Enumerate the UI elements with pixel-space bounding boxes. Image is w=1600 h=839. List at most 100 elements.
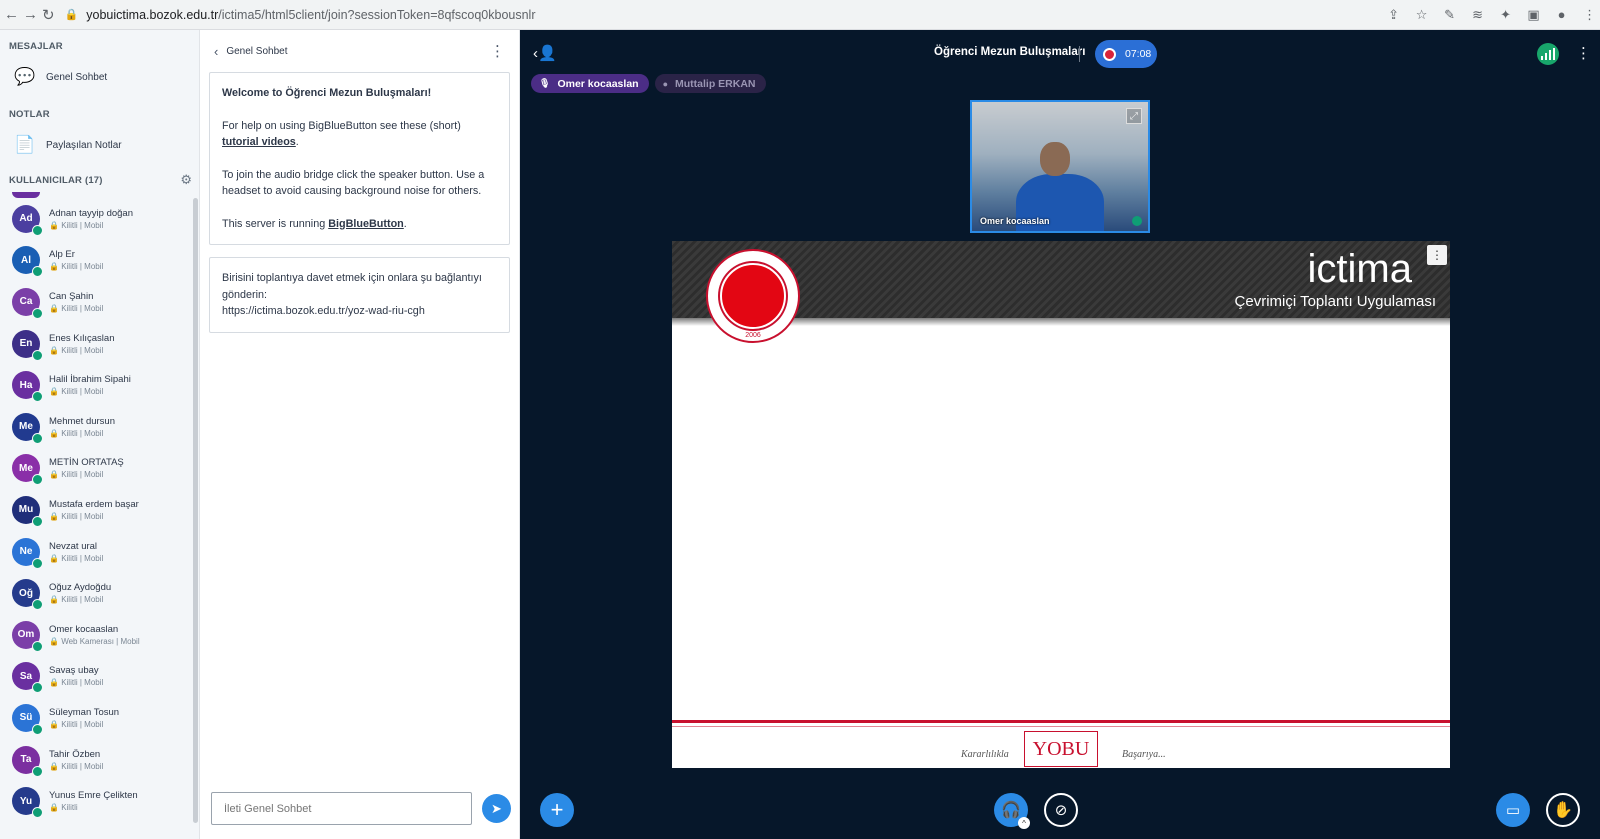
user-list-item[interactable]: Om Omer kocaaslan 🔒 Web Kamerası | Mobil: [0, 614, 192, 656]
user-list-item[interactable]: Mu Mustafa erdem başar 🔒 Kilitli | Mobil: [0, 489, 192, 531]
server-text: This server is running: [222, 217, 326, 230]
users-toggle-icon[interactable]: ‹👤: [533, 44, 557, 62]
slide-options-icon[interactable]: ⋮: [1427, 245, 1447, 265]
chat-bubble-icon: 💬: [14, 67, 36, 86]
user-list-item[interactable]: Ne Nevzat ural 🔒 Kilitli | Mobil: [0, 531, 192, 573]
user-meta: 🔒 Kilitli | Mobil: [49, 345, 104, 355]
tutorial-videos-link[interactable]: tutorial videos: [222, 136, 296, 148]
audio-options-icon[interactable]: ^: [1018, 817, 1030, 829]
avatar: Yu: [12, 787, 43, 819]
send-button[interactable]: ➤: [482, 794, 511, 823]
forward-arrow-icon[interactable]: →: [23, 3, 38, 27]
user-list-item[interactable]: Me Mehmet dursun 🔒 Kilitli | Mobil: [0, 406, 192, 448]
fullscreen-icon[interactable]: ⤢: [1126, 108, 1142, 124]
user-meta-text: Kilitli | Mobil: [61, 220, 104, 230]
user-list-item[interactable]: Ta Tahir Özben 🔒 Kilitli | Mobil: [0, 739, 192, 781]
notes-icon: 📄: [14, 135, 36, 154]
audio-status-icon: [32, 765, 43, 777]
user-name: Mehmet dursun: [49, 415, 116, 427]
user-list-item[interactable]: Sü Süleyman Tosun 🔒 Kilitli | Mobil: [0, 697, 192, 739]
messages-section-title: MESAJLAR: [9, 41, 63, 52]
star-icon[interactable]: ☆: [1413, 7, 1431, 23]
invite-url[interactable]: https://ictima.bozok.edu.tr/yoz-wad-riu-…: [222, 305, 425, 317]
presentation-button[interactable]: ▭: [1496, 793, 1530, 827]
slide-subtitle: Çevrimiçi Toplantı Uygulaması: [1234, 293, 1436, 310]
chat-message-input[interactable]: [211, 792, 472, 825]
sidebar-icon[interactable]: ▣: [1525, 7, 1543, 23]
user-meta: 🔒 Kilitli | Mobil: [49, 387, 104, 397]
mic-icon: ●: [662, 78, 669, 89]
webcam-person-head: [1040, 142, 1070, 176]
avatar-initials: Ad: [19, 213, 33, 225]
camera-button[interactable]: ⊘: [1044, 793, 1078, 827]
avatar: Ca: [12, 287, 43, 319]
webcam-tile[interactable]: ⤢ Omer kocaaslan: [970, 100, 1150, 233]
avatar-initials: Yu: [19, 795, 33, 807]
divider: [1079, 46, 1080, 62]
puzzle-icon[interactable]: ✦: [1497, 7, 1515, 23]
yobu-logo: YOBU: [1024, 731, 1098, 767]
mic-icon: 🎙: [539, 78, 551, 88]
public-chat-item[interactable]: 💬 Genel Sohbet: [0, 59, 199, 95]
actions-plus-button[interactable]: +: [540, 793, 574, 827]
talker-muttalip[interactable]: ● Muttalip ERKAN: [654, 74, 766, 93]
pen-extension-icon[interactable]: ✎: [1441, 7, 1459, 23]
presentation-icon: ▭: [1505, 802, 1521, 819]
connection-status-icon[interactable]: [1537, 43, 1559, 65]
avatar: Ad: [12, 204, 43, 236]
user-list-item[interactable]: Al Alp Er 🔒 Kilitli | Mobil: [0, 240, 192, 282]
scrollbar[interactable]: [193, 198, 198, 823]
record-icon: [1103, 47, 1116, 61]
address-bar[interactable]: 🔒 yobuictima.bozok.edu.tr /ictima5/html5…: [65, 3, 1385, 27]
user-list-item[interactable]: En Enes Kılıçaslan 🔒 Kilitli | Mobil: [0, 323, 192, 365]
user-meta: 🔒 Kilitli | Mobil: [49, 303, 104, 313]
more-options-icon[interactable]: ⋮: [490, 42, 505, 60]
user-list-item[interactable]: Yu Yunus Emre Çelikten 🔒 Kilitli: [0, 780, 192, 822]
menu-dots-icon[interactable]: ⋮: [1581, 7, 1599, 23]
user-list-item[interactable]: Oğ Oğuz Aydoğdu 🔒 Kilitli | Mobil: [0, 572, 192, 614]
user-list-item[interactable]: Ad Adnan tayyip doğan 🔒 Kilitli | Mobil: [0, 198, 192, 240]
reload-icon[interactable]: ↻: [42, 3, 55, 27]
camera-off-icon: ⊘: [1054, 802, 1068, 819]
recording-indicator[interactable]: 07:08: [1095, 40, 1157, 68]
avatar-initials: Me: [19, 462, 33, 474]
user-meta: 🔒 Kilitli | Mobil: [49, 553, 104, 563]
gear-icon[interactable]: ⚙: [180, 172, 192, 188]
user-meta: 🔒 Kilitli | Mobil: [49, 220, 104, 230]
avatar-initials: Ta: [20, 754, 32, 766]
avatar-initials: Oğ: [19, 587, 33, 599]
user-meta-text: Kilitli | Mobil: [61, 511, 104, 521]
user-name: Nevzat ural: [49, 540, 98, 552]
yobu-logo-text: YOBU: [1032, 737, 1090, 760]
user-list-item[interactable]: Ca Can Şahin 🔒 Kilitli | Mobil: [0, 281, 192, 323]
options-menu-icon[interactable]: ⋮: [1576, 44, 1591, 62]
main-area: ‹👤 Öğrenci Mezun Buluşmaları 07:08 ⋮ 🎙 O…: [521, 30, 1600, 839]
audio-status-icon: [32, 349, 43, 361]
extension-icon[interactable]: ≋: [1469, 7, 1487, 23]
seal-year: 2006: [745, 332, 761, 339]
user-meta-text: Kilitli | Mobil: [61, 553, 104, 563]
user-list-item[interactable]: Me METİN ORTATAŞ 🔒 Kilitli | Mobil: [0, 448, 192, 490]
user-name: Mustafa erdem başar: [49, 498, 139, 510]
avatar: Ha: [12, 371, 43, 403]
user-meta: 🔒 Kilitli | Mobil: [49, 678, 104, 688]
back-arrow-icon[interactable]: ←: [4, 3, 19, 27]
user-list-item[interactable]: Sa Savaş ubay 🔒 Kilitli | Mobil: [0, 656, 192, 698]
talker-name: Omer kocaaslan: [557, 77, 639, 90]
user-list-item[interactable]: Ha Halil İbrahim Sipahi 🔒 Kilitli | Mobil: [0, 364, 192, 406]
raise-hand-button[interactable]: ✋: [1546, 793, 1580, 827]
audio-button[interactable]: 🎧 ^: [994, 793, 1030, 829]
talking-indicators: 🎙 Omer kocaaslan ● Muttalip ERKAN: [531, 74, 766, 93]
shared-notes-item[interactable]: 📄 Paylaşılan Notlar: [0, 127, 199, 163]
bigbluebutton-link[interactable]: BigBlueButton: [328, 218, 404, 230]
talker-omer[interactable]: 🎙 Omer kocaaslan: [531, 74, 649, 93]
user-name: Enes Kılıçaslan: [49, 332, 115, 344]
chevron-left-icon[interactable]: ‹: [214, 44, 218, 59]
user-name: Tahir Özben: [49, 748, 101, 760]
user-meta-text: Kilitli | Mobil: [61, 470, 104, 480]
notes-section-title: NOTLAR: [9, 109, 50, 120]
footer-right-text: Başarıya...: [1122, 749, 1166, 760]
avatar: Al: [12, 246, 43, 278]
share-icon[interactable]: ⇪: [1385, 7, 1403, 23]
profile-icon[interactable]: ●: [1553, 7, 1571, 22]
